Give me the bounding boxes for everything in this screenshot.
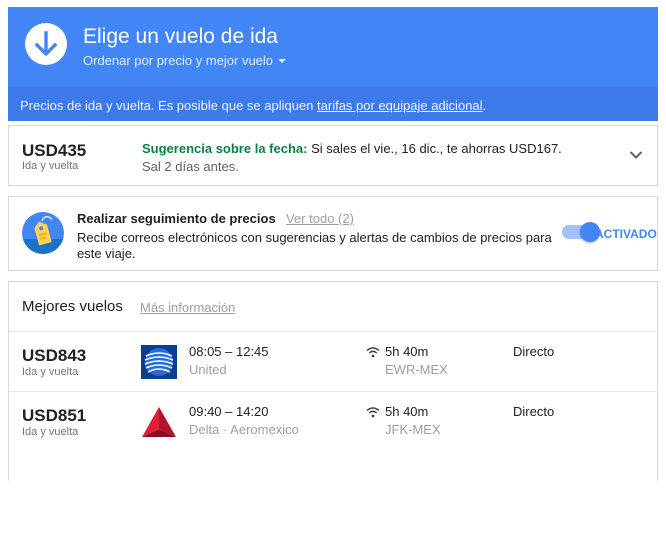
flight-price: USD843 <box>22 346 87 365</box>
wifi-icon <box>366 345 380 363</box>
price-notice-bar: Precios de ida y vuelta. Es posible que … <box>8 87 658 121</box>
baggage-fees-link[interactable]: tarifas por equipaje adicional <box>317 98 483 113</box>
suggestion-highlight: Sugerencia sobre la fecha: <box>142 141 308 156</box>
suggestion-price-sub: Ida y vuelta <box>22 160 79 172</box>
flight-row[interactable]: USD843 Ida y vuelta 08:05 – 12:45 United… <box>9 332 657 390</box>
flight-duration: 5h 40m <box>385 404 429 419</box>
arrow-down-icon <box>25 23 67 65</box>
flight-duration: 5h 40m <box>385 344 429 359</box>
flight-times: 08:05 – 12:45 <box>189 344 269 359</box>
tracking-toggle[interactable] <box>562 222 600 242</box>
suggestion-line2: Sal 2 días antes. <box>142 159 239 174</box>
flight-stops: Directo <box>513 344 555 359</box>
wifi-icon <box>366 405 380 423</box>
more-info-link[interactable]: Más información <box>140 300 235 315</box>
flight-airline: Delta · Aeromexico <box>189 422 299 437</box>
toggle-label: ACTIVADO <box>595 227 657 241</box>
chevron-down-icon[interactable] <box>629 147 643 165</box>
delta-logo-icon <box>141 405 177 439</box>
price-tag-icon <box>22 212 64 254</box>
flight-times: 09:40 – 14:20 <box>189 404 269 419</box>
best-flights-card: Mejores vuelos Más información USD843 Id… <box>8 281 658 481</box>
flight-route: EWR-MEX <box>385 362 448 377</box>
view-all-link[interactable]: Ver todo (2) <box>286 211 354 226</box>
flight-price-sub: Ida y vuelta <box>22 366 79 378</box>
date-suggestion-card[interactable]: USD435 Ida y vuelta Sugerencia sobre la … <box>8 125 658 186</box>
price-tracking-card: Realizar seguimiento de precios Ver todo… <box>8 196 658 271</box>
page-title: Elige un vuelo de ida <box>83 25 278 48</box>
suggestion-text: Sugerencia sobre la fecha: Si sales el v… <box>142 140 562 176</box>
flight-airline: United <box>189 362 227 377</box>
tracking-title: Realizar seguimiento de precios <box>77 211 276 226</box>
flight-price-sub: Ida y vuelta <box>22 426 79 438</box>
notice-text: Precios de ida y vuelta. Es posible que … <box>20 98 318 113</box>
flight-row[interactable]: USD851 Ida y vuelta 09:40 – 14:20 Delta … <box>9 392 657 450</box>
flight-route: JFK-MEX <box>385 422 441 437</box>
price-notice: Precios de ida y vuelta. Es posible que … <box>20 98 486 113</box>
united-logo-icon <box>141 345 177 379</box>
sort-dropdown[interactable]: Ordenar por precio y mejor vuelo <box>83 53 287 68</box>
flight-price: USD851 <box>22 406 87 425</box>
flight-stops: Directo <box>513 404 555 419</box>
sort-label: Ordenar por precio y mejor vuelo <box>83 53 274 68</box>
header-top: Elige un vuelo de ida Ordenar por precio… <box>8 7 658 86</box>
suggestion-body: Si sales el vie., 16 dic., te ahorras US… <box>307 141 562 156</box>
results-header: Elige un vuelo de ida Ordenar por precio… <box>8 7 658 121</box>
notice-end: . <box>482 98 487 113</box>
tracking-description: Recibe correos electrónicos con sugerenc… <box>77 230 552 261</box>
best-flights-title: Mejores vuelos <box>22 298 123 315</box>
suggestion-price: USD435 <box>22 141 87 160</box>
caret-down-icon <box>278 58 287 63</box>
